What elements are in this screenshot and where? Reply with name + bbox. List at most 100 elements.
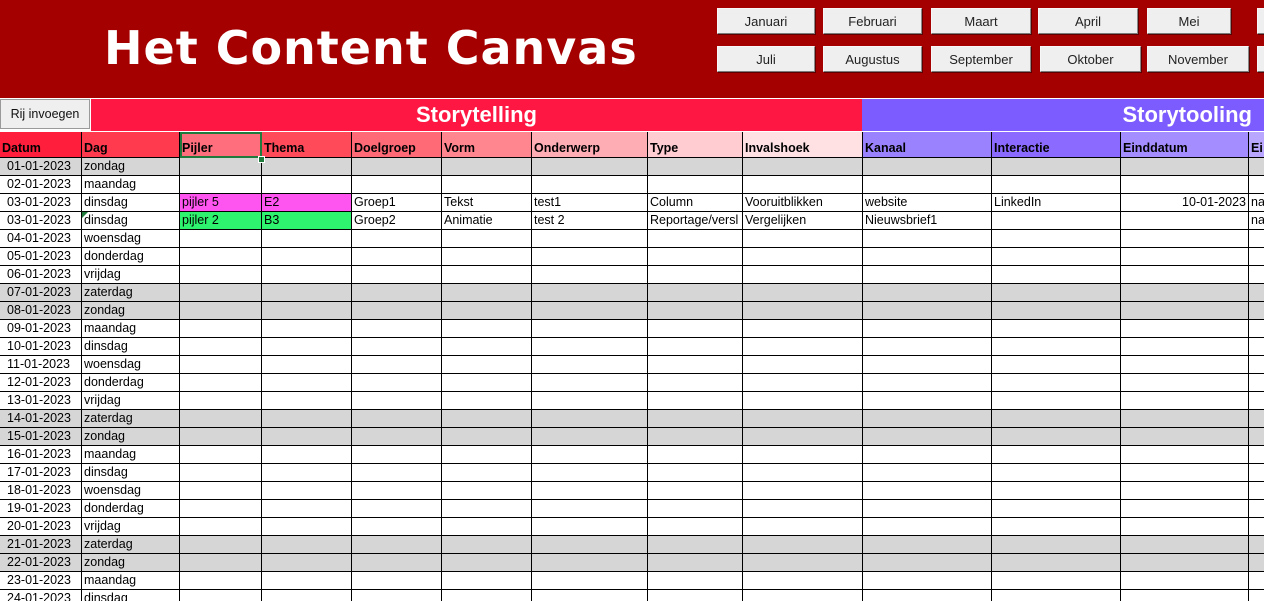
cell-type[interactable] xyxy=(648,518,743,536)
cell-type[interactable] xyxy=(648,302,743,320)
cell-thema[interactable]: B3 xyxy=(262,212,352,230)
cell-thema[interactable] xyxy=(262,356,352,374)
cell-einddatum[interactable] xyxy=(1121,446,1249,464)
column-header-interactie[interactable]: Interactie xyxy=(992,132,1121,158)
cell-onderwerp[interactable] xyxy=(532,356,648,374)
cell-invalshoek[interactable] xyxy=(743,518,863,536)
cell-eigenaar[interactable] xyxy=(1249,410,1264,428)
cell-invalshoek[interactable] xyxy=(743,284,863,302)
cell-einddatum[interactable] xyxy=(1121,320,1249,338)
cell-pijler[interactable] xyxy=(180,176,262,194)
cell-invalshoek[interactable] xyxy=(743,410,863,428)
cell-dag[interactable]: dinsdag xyxy=(82,194,180,212)
cell-thema[interactable] xyxy=(262,338,352,356)
cell-dag[interactable]: dinsdag xyxy=(82,464,180,482)
cell-kanaal[interactable] xyxy=(863,248,992,266)
cell-type[interactable] xyxy=(648,536,743,554)
cell-interactie[interactable] xyxy=(992,302,1121,320)
cell-type[interactable] xyxy=(648,176,743,194)
cell-doelgroep[interactable] xyxy=(352,590,442,601)
cell-thema[interactable] xyxy=(262,284,352,302)
cell-doelgroep[interactable] xyxy=(352,482,442,500)
cell-onderwerp[interactable] xyxy=(532,428,648,446)
cell-type[interactable] xyxy=(648,392,743,410)
cell-einddatum[interactable] xyxy=(1121,356,1249,374)
cell-dag[interactable]: woensdag xyxy=(82,230,180,248)
column-header-onderwerp[interactable]: Onderwerp xyxy=(532,132,648,158)
cell-eigenaar[interactable] xyxy=(1249,500,1264,518)
cell-doelgroep[interactable] xyxy=(352,338,442,356)
cell-thema[interactable] xyxy=(262,410,352,428)
cell-dag[interactable]: zaterdag xyxy=(82,284,180,302)
cell-invalshoek[interactable] xyxy=(743,392,863,410)
cell-interactie[interactable] xyxy=(992,176,1121,194)
cell-onderwerp[interactable] xyxy=(532,554,648,572)
cell-onderwerp[interactable] xyxy=(532,374,648,392)
cell-kanaal[interactable]: Nieuwsbrief1 xyxy=(863,212,992,230)
cell-interactie[interactable] xyxy=(992,320,1121,338)
cell-eigenaar[interactable] xyxy=(1249,446,1264,464)
column-header-kanaal[interactable]: Kanaal xyxy=(863,132,992,158)
cell-einddatum[interactable] xyxy=(1121,212,1249,230)
cell-kanaal[interactable] xyxy=(863,446,992,464)
cell-einddatum[interactable] xyxy=(1121,338,1249,356)
cell-doelgroep[interactable] xyxy=(352,518,442,536)
cell-einddatum[interactable]: 10-01-2023 xyxy=(1121,194,1249,212)
cell-invalshoek[interactable] xyxy=(743,590,863,601)
cell-type[interactable] xyxy=(648,554,743,572)
cell-interactie[interactable] xyxy=(992,572,1121,590)
cell-datum[interactable]: 24-01-2023 xyxy=(0,590,82,601)
cell-datum[interactable]: 18-01-2023 xyxy=(0,482,82,500)
cell-kanaal[interactable] xyxy=(863,374,992,392)
cell-pijler[interactable] xyxy=(180,554,262,572)
cell-eigenaar[interactable] xyxy=(1249,158,1264,176)
cell-dag[interactable]: maandag xyxy=(82,176,180,194)
cell-type[interactable] xyxy=(648,284,743,302)
cell-dag[interactable]: woensdag xyxy=(82,356,180,374)
cell-doelgroep[interactable]: Groep1 xyxy=(352,194,442,212)
cell-type[interactable] xyxy=(648,230,743,248)
cell-onderwerp[interactable] xyxy=(532,500,648,518)
cell-doelgroep[interactable] xyxy=(352,284,442,302)
cell-onderwerp[interactable] xyxy=(532,410,648,428)
cell-interactie[interactable] xyxy=(992,338,1121,356)
cell-dag[interactable]: vrijdag xyxy=(82,518,180,536)
month-button-februari[interactable]: Februari xyxy=(823,8,922,34)
cell-type[interactable] xyxy=(648,446,743,464)
cell-pijler[interactable] xyxy=(180,356,262,374)
cell-kanaal[interactable] xyxy=(863,230,992,248)
cell-kanaal[interactable] xyxy=(863,266,992,284)
cell-onderwerp[interactable] xyxy=(532,482,648,500)
cell-vorm[interactable] xyxy=(442,500,532,518)
cell-invalshoek[interactable] xyxy=(743,302,863,320)
cell-interactie[interactable] xyxy=(992,446,1121,464)
cell-einddatum[interactable] xyxy=(1121,392,1249,410)
cell-invalshoek[interactable] xyxy=(743,158,863,176)
cell-einddatum[interactable] xyxy=(1121,230,1249,248)
cell-dag[interactable]: dinsdag xyxy=(82,338,180,356)
cell-eigenaar[interactable] xyxy=(1249,590,1264,601)
cell-onderwerp[interactable] xyxy=(532,176,648,194)
cell-vorm[interactable] xyxy=(442,338,532,356)
cell-onderwerp[interactable] xyxy=(532,464,648,482)
cell-doelgroep[interactable] xyxy=(352,428,442,446)
cell-onderwerp[interactable] xyxy=(532,158,648,176)
cell-onderwerp[interactable]: test1 xyxy=(532,194,648,212)
cell-vorm[interactable] xyxy=(442,518,532,536)
cell-kanaal[interactable] xyxy=(863,176,992,194)
cell-doelgroep[interactable] xyxy=(352,410,442,428)
cell-pijler[interactable] xyxy=(180,374,262,392)
cell-einddatum[interactable] xyxy=(1121,428,1249,446)
cell-eigenaar[interactable] xyxy=(1249,482,1264,500)
cell-dag[interactable]: donderdag xyxy=(82,374,180,392)
cell-onderwerp[interactable] xyxy=(532,284,648,302)
cell-type[interactable] xyxy=(648,572,743,590)
cell-thema[interactable] xyxy=(262,536,352,554)
cell-doelgroep[interactable] xyxy=(352,176,442,194)
cell-kanaal[interactable] xyxy=(863,158,992,176)
cell-dag[interactable]: zondag xyxy=(82,554,180,572)
cell-einddatum[interactable] xyxy=(1121,464,1249,482)
cell-doelgroep[interactable] xyxy=(352,248,442,266)
cell-type[interactable] xyxy=(648,428,743,446)
cell-type[interactable]: Column xyxy=(648,194,743,212)
